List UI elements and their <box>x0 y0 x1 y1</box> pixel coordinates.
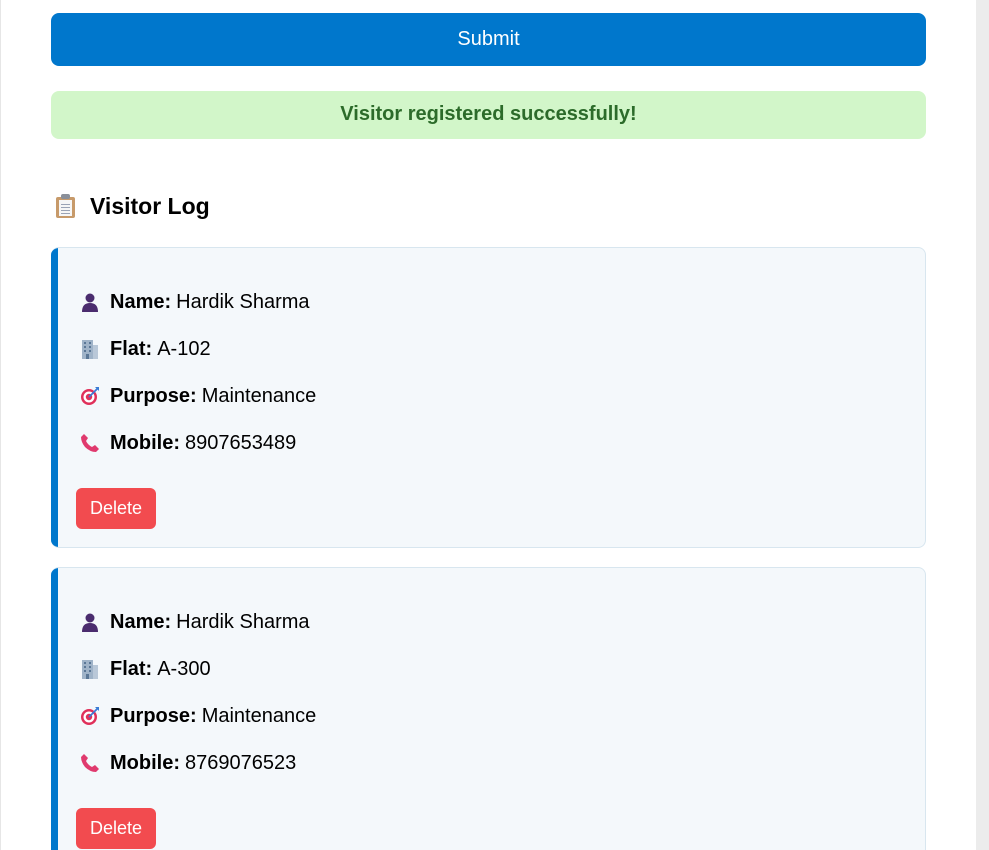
success-alert: Visitor registered successfully! <box>51 91 926 139</box>
target-icon <box>79 705 101 727</box>
clipboard-icon <box>56 194 75 218</box>
visitor-name-row: Name: Hardik Sharma <box>79 609 310 635</box>
phone-icon <box>79 752 101 774</box>
visitor-purpose-row: Purpose: Maintenance <box>79 383 316 409</box>
phone-icon <box>79 432 101 454</box>
visitor-flat-row: Flat: A-102 <box>79 336 211 362</box>
name-label: Name: <box>110 290 172 313</box>
visitor-log-title: Visitor Log <box>90 192 210 219</box>
target-icon <box>79 385 101 407</box>
visitor-mobile: 8769076523 <box>185 751 297 774</box>
purpose-label: Purpose: <box>110 384 197 407</box>
visitor-flat: A-102 <box>157 337 211 360</box>
purpose-label: Purpose: <box>110 704 197 727</box>
visitor-name-row: Name: Hardik Sharma <box>79 289 310 315</box>
flat-label: Flat: <box>110 657 153 680</box>
visitor-mobile: 8907653489 <box>185 431 297 454</box>
delete-button[interactable]: Delete <box>76 488 156 529</box>
building-icon <box>79 658 101 680</box>
visitor-mobile-row: Mobile: 8769076523 <box>79 750 296 776</box>
building-icon <box>79 338 101 360</box>
visitor-card: Name: Hardik Sharma <box>51 567 926 850</box>
page: Submit Visitor registered successfully! … <box>0 0 989 850</box>
person-icon <box>79 291 101 313</box>
visitor-purpose-row: Purpose: Maintenance <box>79 703 316 729</box>
visitor-name: Hardik Sharma <box>176 290 310 313</box>
left-border <box>0 0 1 850</box>
visitor-purpose: Maintenance <box>201 384 317 407</box>
visitor-name: Hardik Sharma <box>176 610 310 633</box>
mobile-label: Mobile: <box>110 751 180 774</box>
submit-button[interactable]: Submit <box>51 13 926 66</box>
main-content: Submit Visitor registered successfully! … <box>51 13 926 850</box>
name-label: Name: <box>110 610 172 633</box>
visitor-purpose: Maintenance <box>201 704 317 727</box>
scrollbar-track[interactable] <box>976 0 989 850</box>
mobile-label: Mobile: <box>110 431 180 454</box>
visitor-flat-row: Flat: A-300 <box>79 656 211 682</box>
delete-button[interactable]: Delete <box>76 808 156 849</box>
person-icon <box>79 611 101 633</box>
visitor-card: Name: Hardik Sharma <box>51 247 926 548</box>
visitor-mobile-row: Mobile: 8907653489 <box>79 430 296 456</box>
visitor-flat: A-300 <box>157 657 211 680</box>
flat-label: Flat: <box>110 337 153 360</box>
visitor-log-heading: Visitor Log <box>51 191 926 221</box>
